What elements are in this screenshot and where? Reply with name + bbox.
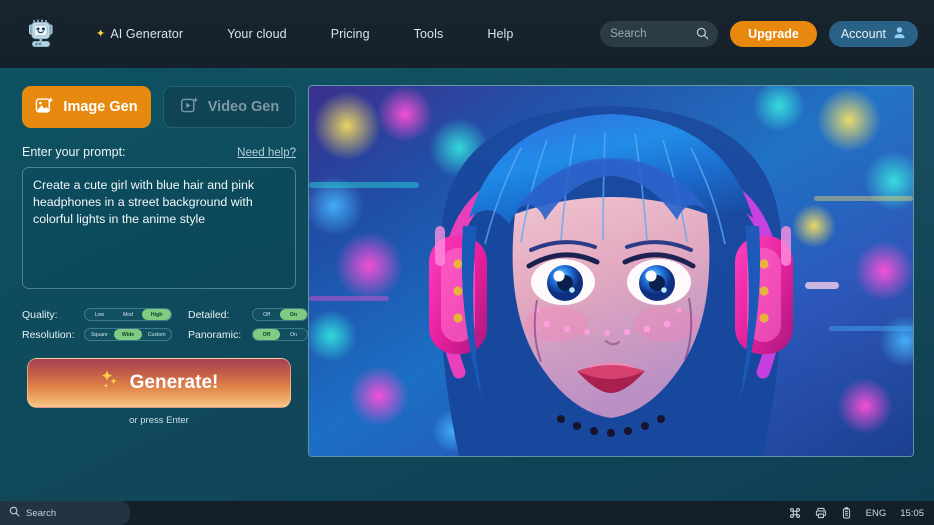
main-navigation: ✦ AI Generator Your cloud Pricing Tools … xyxy=(88,21,535,47)
account-label: Account xyxy=(841,27,886,41)
image-sparkle-icon xyxy=(35,96,54,119)
prompt-input[interactable] xyxy=(22,167,296,289)
robot-mascot-logo[interactable] xyxy=(18,12,64,56)
generate-label: Generate! xyxy=(130,372,219,394)
nav-item-pricing[interactable]: Pricing xyxy=(309,21,392,47)
generated-image xyxy=(309,86,913,456)
detailed-option-off[interactable]: Off xyxy=(253,309,280,320)
generator-panel: Image Gen Video Gen Enter your prompt: xyxy=(22,86,296,426)
app-window: ✦ AI Generator Your cloud Pricing Tools … xyxy=(0,0,934,525)
search-icon xyxy=(696,27,709,45)
system-tray: ENG 15:05 xyxy=(789,507,924,519)
nav-label: AI Generator xyxy=(110,27,183,41)
resolution-label: Resolution: xyxy=(22,329,84,341)
taskbar-search-label: Search xyxy=(26,508,56,519)
nav-label: Pricing xyxy=(331,27,370,41)
resolution-option-square[interactable]: Square xyxy=(85,329,114,340)
quality-segmented-control[interactable]: Low Mod High xyxy=(84,308,172,321)
battery-icon[interactable] xyxy=(841,507,852,519)
sparkle-icon xyxy=(100,369,120,397)
detailed-toggle[interactable]: Off On xyxy=(252,308,308,321)
tab-image-gen[interactable]: Image Gen xyxy=(22,86,151,128)
taskbar-search[interactable]: Search xyxy=(0,501,130,525)
os-taskbar: Search xyxy=(0,501,934,525)
prompt-header-row: Enter your prompt: Need help? xyxy=(22,145,296,159)
search-input[interactable] xyxy=(610,28,700,40)
mode-tabs: Image Gen Video Gen xyxy=(22,86,296,128)
nav-item-tools[interactable]: Tools xyxy=(392,21,466,47)
press-enter-hint: or press Enter xyxy=(22,415,296,426)
tab-video-gen[interactable]: Video Gen xyxy=(163,86,296,128)
resolution-option-custom[interactable]: Custom xyxy=(142,329,171,340)
image-preview[interactable] xyxy=(308,85,914,457)
tab-label: Video Gen xyxy=(208,99,279,115)
sparkle-icon: ✦ xyxy=(96,29,105,40)
content-area: Image Gen Video Gen Enter your prompt: xyxy=(0,68,934,501)
printer-icon[interactable] xyxy=(815,507,827,519)
account-button[interactable]: Account xyxy=(829,21,918,47)
need-help-link[interactable]: Need help? xyxy=(237,147,296,159)
search-box[interactable] xyxy=(600,21,718,47)
upgrade-button[interactable]: Upgrade xyxy=(730,21,817,47)
tab-label: Image Gen xyxy=(63,99,137,115)
nav-label: Tools xyxy=(414,27,444,41)
detailed-option-on[interactable]: On xyxy=(280,309,307,320)
resolution-segmented-control[interactable]: Square Wide Custom xyxy=(84,328,172,341)
language-indicator[interactable]: ENG xyxy=(866,508,887,519)
quality-option-low[interactable]: Low xyxy=(85,309,114,320)
quality-option-high[interactable]: High xyxy=(142,309,171,320)
settings-grid: Quality: Low Mod High Detailed: Off On R… xyxy=(22,308,296,341)
video-sparkle-icon xyxy=(180,96,199,119)
detailed-label: Detailed: xyxy=(188,309,252,321)
generate-button[interactable]: Generate! xyxy=(27,358,291,408)
command-icon[interactable] xyxy=(789,507,801,519)
search-icon xyxy=(9,506,20,520)
clock[interactable]: 15:05 xyxy=(900,508,924,519)
panoramic-toggle[interactable]: Off On xyxy=(252,328,308,341)
nav-label: Your cloud xyxy=(227,27,287,41)
header-right-cluster: Upgrade Account xyxy=(600,0,918,68)
quality-option-mod[interactable]: Mod xyxy=(114,309,143,320)
panoramic-label: Panoramic: xyxy=(188,329,252,341)
robot-mascot-icon xyxy=(26,18,56,50)
nav-label: Help xyxy=(487,27,513,41)
nav-item-help[interactable]: Help xyxy=(465,21,535,47)
nav-item-your-cloud[interactable]: Your cloud xyxy=(205,21,309,47)
panoramic-option-on[interactable]: On xyxy=(280,329,307,340)
prompt-label: Enter your prompt: xyxy=(22,145,126,159)
nav-item-ai-generator[interactable]: ✦ AI Generator xyxy=(88,21,205,47)
app-header: ✦ AI Generator Your cloud Pricing Tools … xyxy=(0,0,934,68)
panoramic-option-off[interactable]: Off xyxy=(253,329,280,340)
resolution-option-wide[interactable]: Wide xyxy=(114,329,143,340)
quality-label: Quality: xyxy=(22,309,84,321)
user-avatar-icon xyxy=(893,26,906,42)
